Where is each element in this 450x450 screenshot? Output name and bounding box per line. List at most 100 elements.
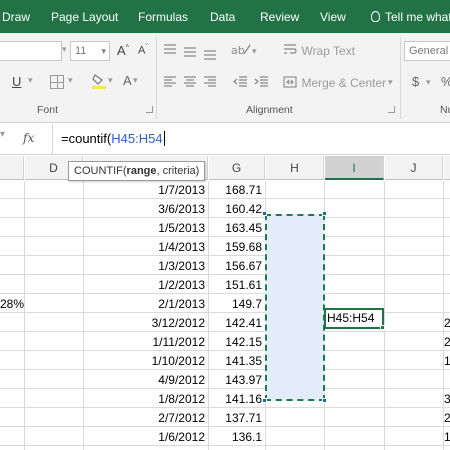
- formula-input[interactable]: =countif(H45:H54: [52, 124, 450, 154]
- cell-date[interactable]: 4/9/2012: [84, 371, 208, 389]
- cell-date[interactable]: 1/10/2012: [84, 352, 208, 370]
- column-header-h[interactable]: H: [266, 156, 324, 180]
- wrap-text-button[interactable]: Wrap Text: [283, 42, 355, 60]
- percent-button[interactable]: %: [441, 74, 450, 89]
- cell-date[interactable]: 1/7/2013: [84, 181, 208, 199]
- underline-button[interactable]: U: [12, 74, 21, 89]
- shrink-font-button[interactable]: Aˇ: [138, 44, 148, 57]
- orientation-icon[interactable]: ab: [231, 42, 251, 61]
- cell-right[interactable]: 1: [444, 428, 450, 446]
- currency-dropdown-icon[interactable]: ▾: [426, 77, 431, 88]
- cell-right[interactable]: 2: [444, 314, 450, 332]
- currency-button[interactable]: $: [412, 74, 419, 89]
- cell-date[interactable]: 1/4/2013: [84, 238, 208, 256]
- fill-handle[interactable]: [380, 325, 385, 330]
- column-header-k[interactable]: [444, 156, 450, 180]
- cell-g[interactable]: 142.15: [208, 333, 265, 351]
- align-center-icon[interactable]: [183, 75, 197, 93]
- selection-handle[interactable]: [262, 211, 267, 216]
- decrease-indent-icon[interactable]: [232, 75, 248, 93]
- merge-dropdown-icon[interactable]: ▾: [388, 77, 393, 88]
- column-header-i[interactable]: I: [325, 156, 384, 180]
- cell-left[interactable]: [0, 219, 30, 237]
- cell-g[interactable]: 142.41: [208, 314, 265, 332]
- align-bottom-icon[interactable]: [203, 48, 217, 66]
- cell-g[interactable]: 149.7: [208, 295, 265, 313]
- cell-left[interactable]: [0, 428, 30, 446]
- borders-dropdown-icon[interactable]: ▾: [68, 75, 73, 86]
- font-size-box[interactable]: 11 ▾: [70, 41, 110, 61]
- range-selection[interactable]: [265, 214, 325, 401]
- cell-g[interactable]: 160.42: [208, 200, 265, 218]
- increase-indent-icon[interactable]: [253, 75, 269, 93]
- cell-right[interactable]: [444, 257, 450, 275]
- cell-h[interactable]: [265, 409, 324, 427]
- font-name-box[interactable]: [0, 41, 62, 61]
- cell-g[interactable]: 141.16: [208, 390, 265, 408]
- cell-date[interactable]: 3/6/2013: [84, 200, 208, 218]
- cell-left[interactable]: [0, 181, 30, 199]
- cell-g[interactable]: 137.71: [208, 409, 265, 427]
- cell-g[interactable]: 163.45: [208, 219, 265, 237]
- font-color-button[interactable]: A: [123, 73, 132, 88]
- cell-g[interactable]: 141.35: [208, 352, 265, 370]
- cell-g[interactable]: 151.61: [208, 276, 265, 294]
- cell-right[interactable]: [444, 219, 450, 237]
- borders-icon[interactable]: [50, 75, 64, 89]
- cell-left[interactable]: [0, 257, 30, 275]
- cell-right[interactable]: [444, 276, 450, 294]
- selection-handle[interactable]: [322, 398, 327, 403]
- align-middle-icon[interactable]: [183, 45, 197, 63]
- alignment-dialog-launcher-icon[interactable]: [388, 106, 395, 113]
- fill-color-icon[interactable]: [92, 73, 106, 89]
- cell-date[interactable]: 1/3/2013: [84, 257, 208, 275]
- font-color-dropdown-icon[interactable]: ▾: [133, 75, 138, 86]
- orientation-dropdown-icon[interactable]: ▾: [252, 46, 257, 57]
- font-dialog-launcher-icon[interactable]: [146, 106, 153, 113]
- cell-left[interactable]: [0, 200, 30, 218]
- tab-view[interactable]: View: [320, 0, 346, 33]
- tab-review[interactable]: Review: [260, 0, 299, 33]
- function-tooltip[interactable]: COUNTIF(range, criteria): [68, 161, 206, 181]
- selection-handle[interactable]: [322, 211, 327, 216]
- cell-right[interactable]: [444, 238, 450, 256]
- cell-left[interactable]: [0, 314, 30, 332]
- column-header-j[interactable]: J: [385, 156, 443, 180]
- active-cell[interactable]: H45:H54: [324, 308, 384, 329]
- cell-g[interactable]: 136.1: [208, 428, 265, 446]
- cell-right[interactable]: [444, 200, 450, 218]
- insert-function-button[interactable]: fx: [23, 131, 34, 145]
- cell-right[interactable]: [444, 181, 450, 199]
- cell-left[interactable]: [0, 390, 30, 408]
- cell-h[interactable]: [265, 428, 324, 446]
- cell-date[interactable]: 3/12/2012: [84, 314, 208, 332]
- cell-right[interactable]: 1: [444, 352, 450, 370]
- column-header-g[interactable]: G: [209, 156, 265, 180]
- cell-g[interactable]: 143.97: [208, 371, 265, 389]
- font-name-dropdown-icon[interactable]: ▾: [62, 44, 67, 55]
- number-format-box[interactable]: General: [404, 41, 450, 61]
- namebox-dropdown-icon[interactable]: ▾: [0, 129, 5, 140]
- cell-date[interactable]: 1/11/2012: [84, 333, 208, 351]
- cell-date[interactable]: 1/5/2013: [84, 219, 208, 237]
- cell-left[interactable]: [0, 371, 30, 389]
- cell-date[interactable]: 1/2/2013: [84, 276, 208, 294]
- cell-left[interactable]: [0, 276, 30, 294]
- cell-right[interactable]: 3: [444, 390, 450, 408]
- cell-h[interactable]: [265, 181, 324, 199]
- align-left-icon[interactable]: [163, 75, 177, 93]
- tell-me-box[interactable]: Tell me what: [371, 0, 450, 33]
- cell-left[interactable]: [0, 409, 30, 427]
- merge-center-button[interactable]: Merge & Center: [283, 74, 386, 92]
- cell-left[interactable]: [0, 238, 30, 256]
- cell-date[interactable]: 2/1/2013: [84, 295, 208, 313]
- cell-date[interactable]: 1/8/2012: [84, 390, 208, 408]
- cell-date[interactable]: 2/7/2012: [84, 409, 208, 427]
- cell-left[interactable]: [0, 352, 30, 370]
- cell-g[interactable]: 156.67: [208, 257, 265, 275]
- align-right-icon[interactable]: [203, 75, 217, 93]
- tab-data[interactable]: Data: [210, 0, 235, 33]
- align-top-icon[interactable]: [163, 42, 177, 60]
- cell-right[interactable]: 2: [444, 409, 450, 427]
- column-header-blank[interactable]: [0, 156, 24, 180]
